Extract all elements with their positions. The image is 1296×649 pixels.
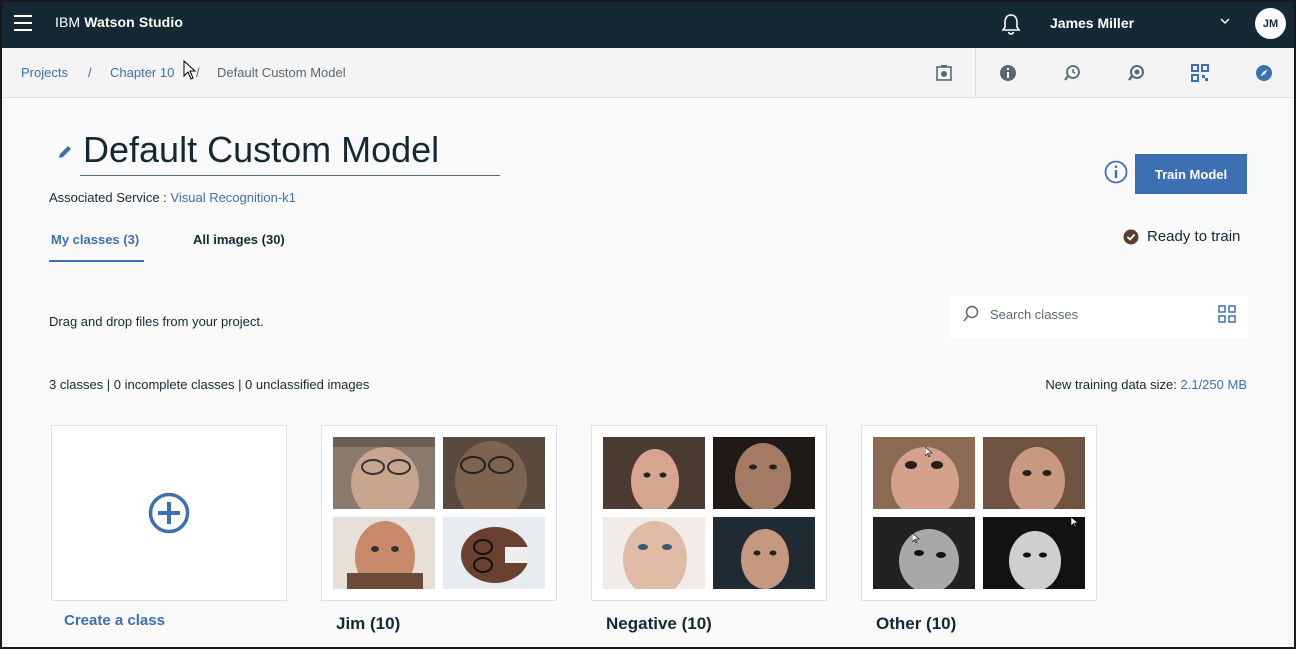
pencil-edit-icon[interactable] — [56, 143, 74, 161]
training-data-size-value: 2.1/250 MB — [1180, 377, 1248, 392]
associated-service-link[interactable]: Visual Recognition-k1 — [170, 190, 296, 205]
class-image — [983, 437, 1085, 509]
add-circle-icon[interactable] — [148, 492, 190, 534]
class-image — [603, 517, 705, 589]
tab-all-images[interactable]: All images (30) — [193, 232, 285, 247]
notification-bell-icon[interactable] — [1000, 12, 1022, 36]
drag-drop-hint: Drag and drop files from your project. — [49, 314, 264, 329]
class-image — [713, 437, 815, 509]
avatar[interactable]: JM — [1255, 8, 1286, 39]
class-image — [333, 517, 435, 589]
associated-service: Associated Service : Visual Recognition-… — [49, 190, 296, 205]
qr-grid-icon[interactable] — [1191, 64, 1209, 82]
app-title-prefix: IBM — [55, 14, 81, 30]
train-status: Ready to train — [1147, 228, 1241, 245]
hamburger-menu-icon[interactable] — [14, 15, 32, 31]
class-image — [873, 437, 975, 509]
class-label[interactable]: Negative (10) — [606, 614, 712, 634]
training-data-size: New training data size: 2.1/250 MB — [1045, 377, 1247, 392]
class-image — [713, 517, 815, 589]
class-image — [603, 437, 705, 509]
class-image — [333, 437, 435, 509]
title-underline — [80, 175, 500, 176]
mouse-cursor-icon — [183, 60, 197, 80]
info-icon[interactable] — [1104, 160, 1128, 184]
grid-view-icon[interactable] — [1218, 305, 1236, 323]
class-label[interactable]: Other (10) — [876, 614, 956, 634]
search-tool-icon[interactable] — [1127, 64, 1145, 82]
training-data-size-label: New training data size: — [1045, 377, 1177, 392]
search-input[interactable] — [990, 300, 1190, 328]
app-title[interactable]: IBM Watson Studio — [55, 14, 183, 30]
associated-service-label: Associated Service : — [49, 190, 167, 205]
camera-icon[interactable] — [935, 64, 953, 82]
breadcrumb-chapter[interactable]: Chapter 10 — [110, 65, 174, 80]
breadcrumb-separator: / — [88, 65, 92, 80]
mouse-cursor-icon — [925, 447, 933, 457]
chevron-down-icon[interactable] — [1218, 14, 1232, 28]
toolbar-divider — [975, 48, 976, 98]
tab-my-classes[interactable]: My classes (3) — [51, 232, 139, 247]
app-title-main: Watson Studio — [84, 14, 183, 30]
info-circle-icon[interactable] — [999, 64, 1017, 82]
active-tab-indicator — [49, 260, 144, 262]
train-model-button[interactable]: Train Model — [1135, 154, 1247, 194]
breadcrumb-projects[interactable]: Projects — [21, 65, 68, 80]
class-image — [443, 437, 545, 509]
history-icon[interactable] — [1063, 64, 1081, 82]
class-image — [873, 517, 975, 589]
user-name[interactable]: James Miller — [1050, 15, 1134, 31]
breadcrumb-current: Default Custom Model — [217, 65, 346, 80]
class-stats: 3 classes | 0 incomplete classes | 0 unc… — [49, 377, 370, 392]
top-nav-bar: IBM Watson Studio James Miller JM — [0, 0, 1296, 48]
create-class-label[interactable]: Create a class — [64, 612, 165, 629]
class-label[interactable]: Jim (10) — [336, 614, 400, 634]
mouse-cursor-icon — [1071, 517, 1079, 527]
checkmark-circle-icon — [1123, 229, 1139, 245]
page-title[interactable]: Default Custom Model — [83, 128, 439, 172]
search-icon — [963, 305, 979, 322]
mouse-cursor-icon — [912, 533, 920, 543]
compass-icon[interactable] — [1255, 64, 1273, 82]
class-image — [983, 517, 1085, 589]
class-image — [443, 517, 545, 589]
